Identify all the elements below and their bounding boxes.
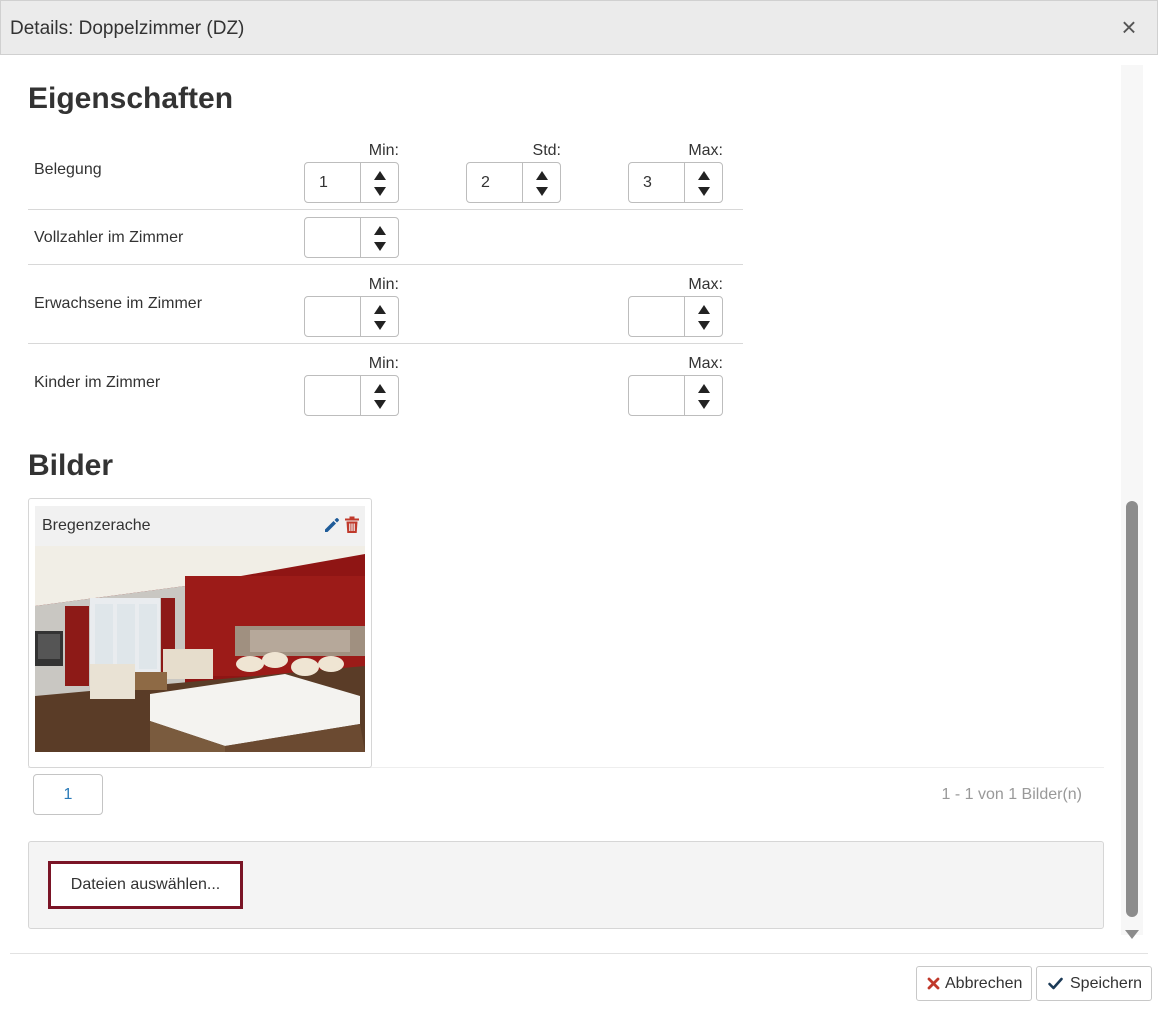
dialog-content: Eigenschaften Belegung Min: 1 Std: 2 Max…	[0, 55, 1158, 953]
belegung-max-stepper[interactable]: 3	[628, 162, 723, 203]
save-button[interactable]: Speichern	[1036, 966, 1152, 1001]
dialog-titlebar: Details: Doppelzimmer (DZ) ×	[0, 0, 1158, 55]
pagination-page-1[interactable]: 1	[33, 774, 103, 815]
arrow-up-icon[interactable]	[698, 384, 710, 393]
close-icon[interactable]: ×	[1117, 14, 1141, 40]
scrollbar-thumb[interactable]	[1126, 501, 1138, 917]
stepper-arrows	[360, 218, 398, 257]
save-button-label: Speichern	[1070, 975, 1143, 992]
stepper-arrows	[684, 163, 722, 202]
arrow-down-icon[interactable]	[374, 400, 386, 409]
arrow-down-icon[interactable]	[374, 242, 386, 251]
stepper-value[interactable]	[305, 376, 360, 415]
belegung-std-stepper[interactable]: 2	[466, 162, 561, 203]
select-files-button[interactable]: Dateien auswählen...	[48, 861, 243, 909]
arrow-up-icon[interactable]	[374, 384, 386, 393]
trash-icon[interactable]	[344, 516, 360, 534]
scroll-down-arrow-icon[interactable]	[1125, 930, 1139, 939]
pencil-icon[interactable]	[323, 516, 341, 534]
stepper-value[interactable]: 2	[467, 163, 522, 202]
image-card-header: Bregenzerache	[35, 506, 365, 546]
belegung-min-stepper[interactable]: 1	[304, 162, 399, 203]
arrow-down-icon[interactable]	[698, 321, 710, 330]
stepper-arrows	[360, 163, 398, 202]
kinder-max-stepper[interactable]	[628, 375, 723, 416]
stepper-value[interactable]	[629, 376, 684, 415]
stepper-arrows	[360, 376, 398, 415]
arrow-up-icon[interactable]	[698, 171, 710, 180]
arrow-up-icon[interactable]	[374, 171, 386, 180]
stepper-value[interactable]: 3	[629, 163, 684, 202]
kinder-max-caption: Max:	[688, 355, 723, 372]
stepper-value[interactable]: 1	[305, 163, 360, 202]
arrow-up-icon[interactable]	[536, 171, 548, 180]
kinder-min-stepper[interactable]	[304, 375, 399, 416]
belegung-std-caption: Std:	[532, 142, 561, 159]
belegung-max-caption: Max:	[688, 142, 723, 159]
stepper-value[interactable]	[305, 218, 360, 257]
stepper-arrows	[684, 376, 722, 415]
section-title-properties: Eigenschaften	[28, 82, 234, 115]
row-label: Belegung	[34, 161, 102, 178]
arrow-down-icon[interactable]	[374, 187, 386, 196]
room-photo	[35, 546, 365, 752]
erwachsene-min-caption: Min:	[368, 276, 399, 293]
stepper-value[interactable]	[629, 297, 684, 336]
pagination-info: 1 - 1 von 1 Bilder(n)	[941, 786, 1082, 803]
stepper-arrows	[360, 297, 398, 336]
image-card: Bregenzerache	[28, 498, 372, 768]
erwachsene-min-stepper[interactable]	[304, 296, 399, 337]
stepper-value[interactable]	[305, 297, 360, 336]
cancel-button[interactable]: Abbrechen	[916, 966, 1032, 1001]
stepper-arrows	[684, 297, 722, 336]
cancel-button-label: Abbrechen	[945, 975, 1023, 992]
row-label: Erwachsene im Zimmer	[34, 295, 203, 312]
kinder-min-caption: Min:	[368, 355, 399, 372]
stepper-arrows	[522, 163, 560, 202]
arrow-down-icon[interactable]	[536, 187, 548, 196]
arrow-down-icon[interactable]	[698, 187, 710, 196]
dialog-title: Details: Doppelzimmer (DZ)	[10, 18, 245, 39]
arrow-up-icon[interactable]	[374, 305, 386, 314]
dialog-footer: Abbrechen Speichern	[10, 953, 1152, 1011]
vollzahler-stepper[interactable]	[304, 217, 399, 258]
row-label: Kinder im Zimmer	[34, 374, 161, 391]
arrow-up-icon[interactable]	[374, 226, 386, 235]
section-title-images: Bilder	[28, 449, 114, 482]
details-dialog: Details: Doppelzimmer (DZ) × Eigenschaft…	[0, 0, 1158, 1011]
checkmark-icon	[1048, 977, 1063, 990]
image-gallery: Bregenzerache	[28, 498, 1104, 768]
arrow-down-icon[interactable]	[374, 321, 386, 330]
upload-area: Dateien auswählen...	[28, 841, 1104, 929]
belegung-min-caption: Min:	[368, 142, 399, 159]
erwachsene-max-caption: Max:	[688, 276, 723, 293]
image-name: Bregenzerache	[42, 517, 151, 534]
x-icon	[927, 977, 940, 990]
arrow-down-icon[interactable]	[698, 400, 710, 409]
arrow-up-icon[interactable]	[698, 305, 710, 314]
erwachsene-max-stepper[interactable]	[628, 296, 723, 337]
row-label: Vollzahler im Zimmer	[34, 229, 184, 246]
scrollbar-track[interactable]	[1121, 65, 1143, 939]
